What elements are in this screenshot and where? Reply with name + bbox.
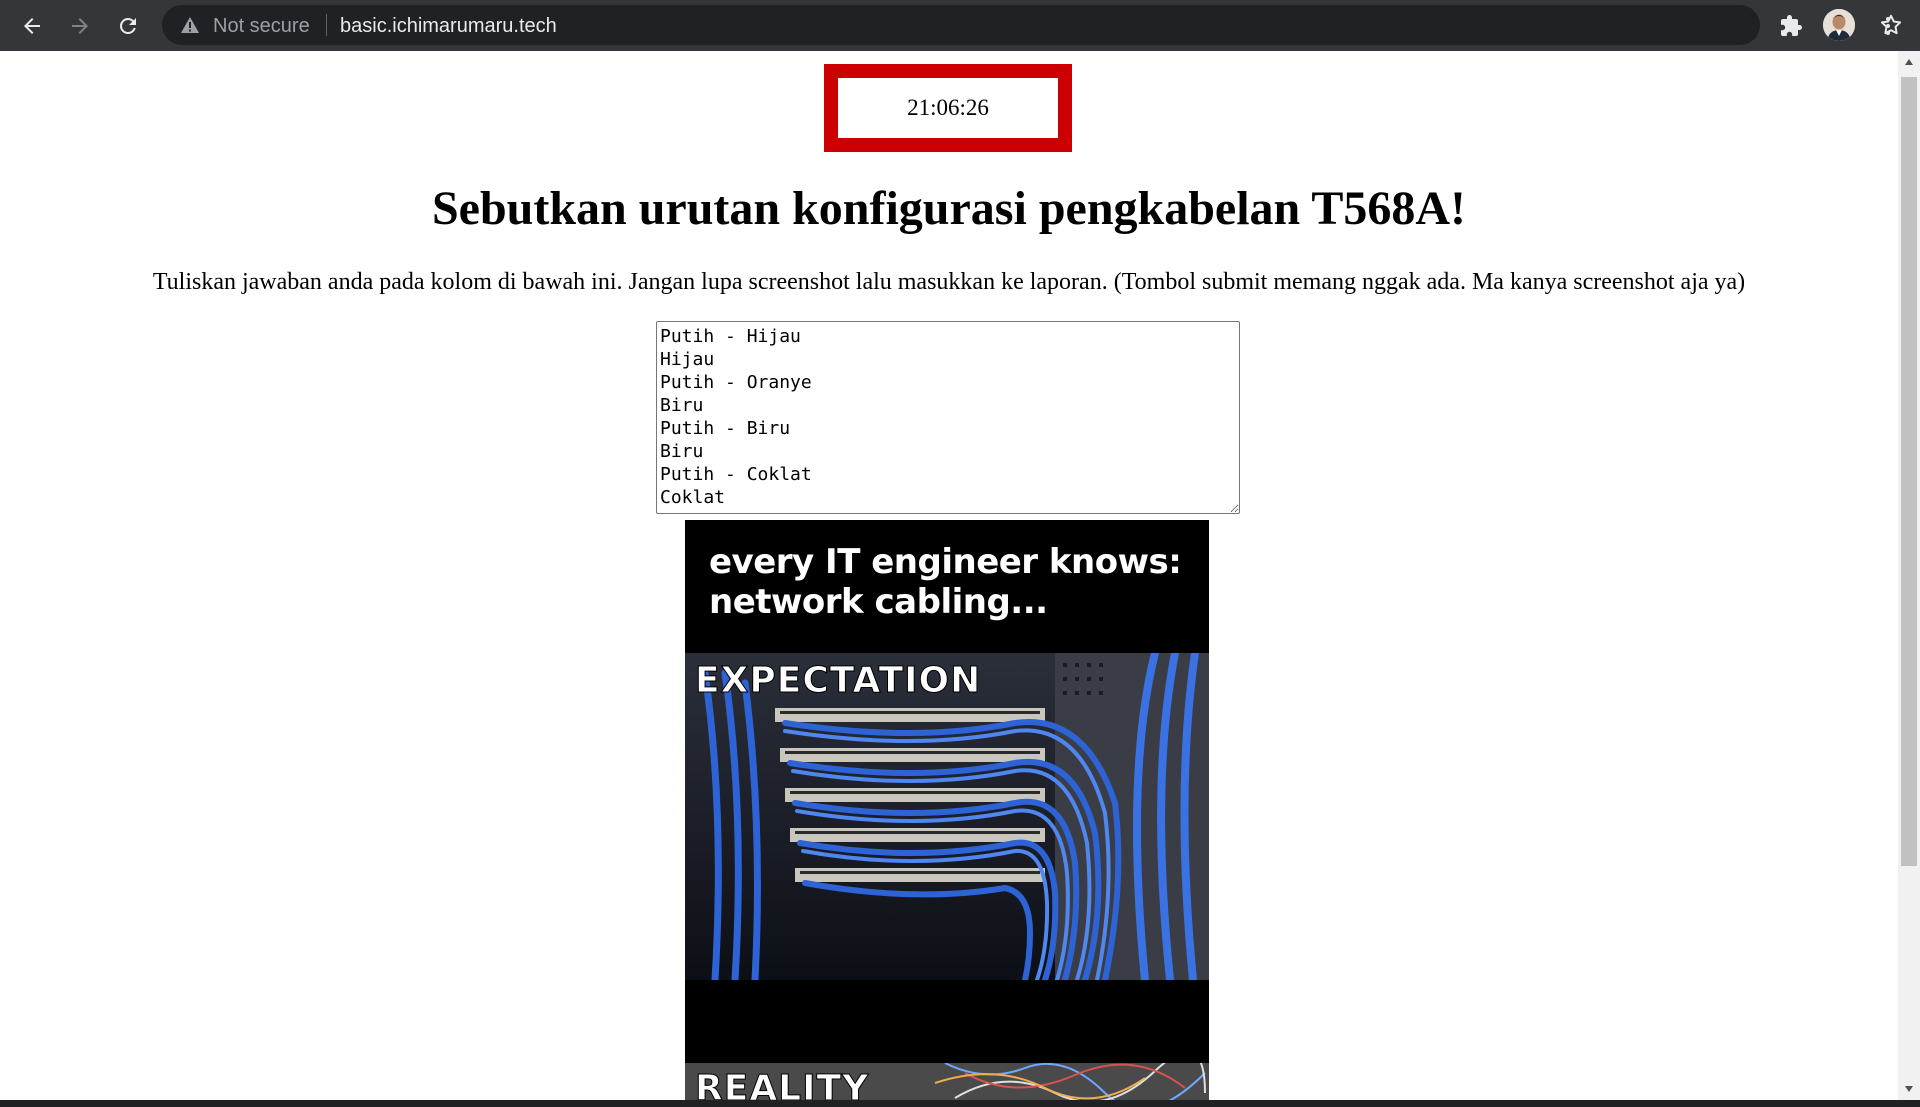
- url-text[interactable]: basic.ichimarumaru.tech: [340, 15, 557, 38]
- kebab-menu-icon: [1886, 17, 1890, 35]
- profile-photo: [1823, 9, 1855, 41]
- warning-icon: [181, 17, 199, 33]
- reload-button[interactable]: [110, 8, 146, 44]
- page-viewport: 21:06:26 Sebutkan urutan konfigurasi pen…: [0, 51, 1898, 1100]
- meme-label-reality: REALITY: [694, 1068, 870, 1101]
- omnibox-divider: [326, 14, 327, 36]
- security-label[interactable]: Not secure: [213, 15, 310, 38]
- address-bar[interactable]: Not secure basic.ichimarumaru.tech: [162, 5, 1902, 45]
- taskbar-edge: [0, 1100, 1920, 1107]
- answer-textarea[interactable]: Putih - Hijau Hijau Putih - Oranye Biru …: [656, 321, 1240, 514]
- clock-time: 21:06:26: [907, 95, 989, 120]
- scroll-down-arrow-icon: [1905, 1086, 1913, 1092]
- instruction-text: Tuliskan jawaban anda pada kolom di bawa…: [152, 269, 1746, 295]
- vertical-scrollbar[interactable]: [1898, 51, 1920, 1100]
- meme-label-expectation: EXPECTATION: [694, 660, 982, 702]
- menu-button[interactable]: [1870, 8, 1906, 44]
- meme-caption: every IT engineer knows: network cabling…: [709, 542, 1182, 622]
- scroll-down-button[interactable]: [1898, 1078, 1920, 1100]
- meme-image: every IT engineer knows: network cabling…: [685, 520, 1209, 1100]
- extensions-button[interactable]: [1773, 8, 1809, 44]
- scroll-up-arrow-icon: [1905, 59, 1913, 65]
- back-button[interactable]: [14, 8, 50, 44]
- browser-toolbar: Not secure basic.ichimarumaru.tech: [0, 0, 1920, 51]
- meme-caption-line1: every IT engineer knows:: [709, 542, 1182, 582]
- reload-icon: [119, 17, 136, 34]
- back-arrow-icon: [24, 18, 40, 34]
- cable-rack-photo: [685, 653, 1209, 980]
- scroll-thumb[interactable]: [1901, 77, 1917, 866]
- forward-button[interactable]: [62, 8, 98, 44]
- page-heading: Sebutkan urutan konfigurasi pengkabelan …: [431, 182, 1467, 235]
- forward-arrow-icon: [72, 18, 88, 34]
- avatar[interactable]: [1823, 9, 1855, 41]
- puzzle-icon: [1781, 15, 1802, 36]
- clock-box: 21:06:26: [824, 64, 1072, 152]
- scroll-up-button[interactable]: [1898, 51, 1920, 73]
- meme-caption-line2: network cabling...: [709, 582, 1048, 622]
